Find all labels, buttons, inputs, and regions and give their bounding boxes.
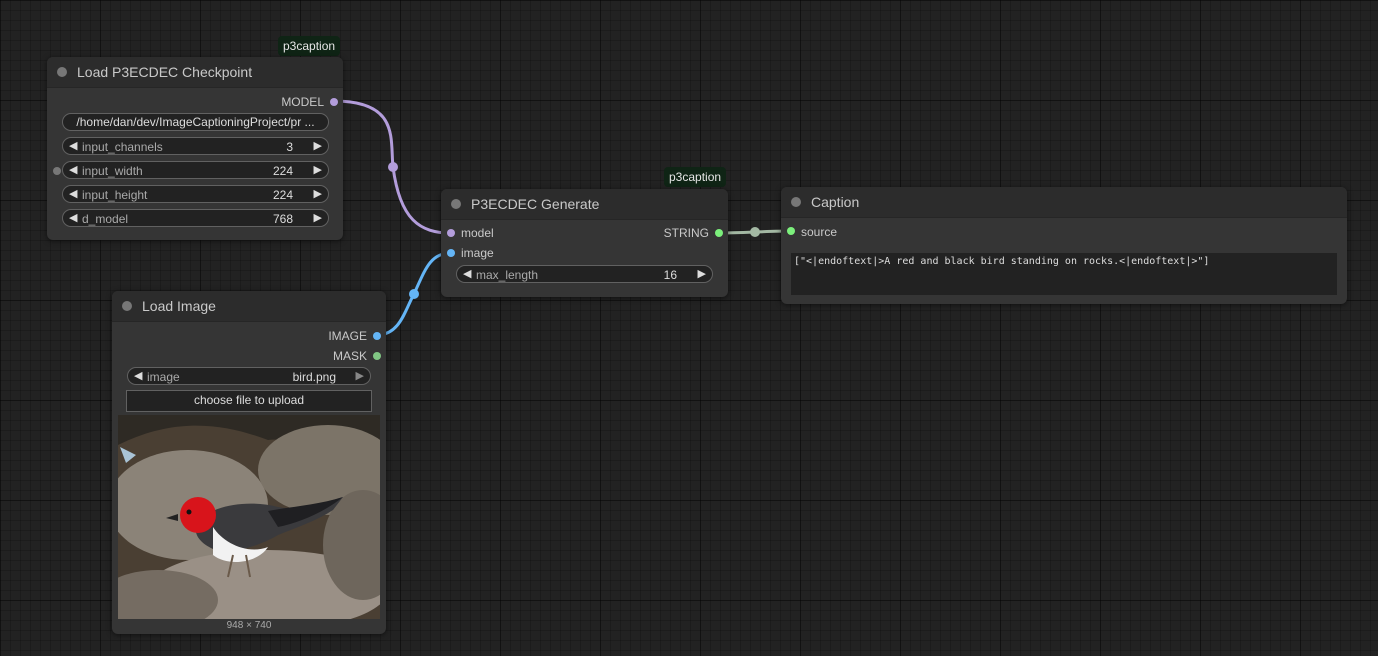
generate-node-badge: p3caption — [664, 167, 727, 187]
widget-value: 224 — [272, 164, 293, 178]
caption-node-header[interactable]: Caption — [781, 187, 1347, 218]
input-model-slot[interactable] — [447, 229, 455, 237]
increment-arrow-icon[interactable]: ▶ — [356, 369, 364, 382]
image-link[interactable] — [376, 251, 452, 337]
checkpoint-node[interactable]: Load P3ECDEC Checkpoint MODEL /home/dan/… — [47, 57, 343, 240]
input-image-slot[interactable] — [447, 249, 455, 257]
load-image-node-title: Load Image — [142, 298, 216, 314]
output-string-slot[interactable] — [715, 229, 723, 237]
increment-arrow-icon[interactable]: ▶ — [314, 187, 322, 200]
image-preview — [118, 415, 380, 619]
caption-node[interactable]: Caption source ["<|endoftext|>A red and … — [781, 187, 1347, 304]
widget-value: 768 — [272, 212, 293, 226]
widget-label: input_channels — [82, 140, 163, 154]
load-image-node[interactable]: Load Image IMAGE MASK ◀ image bird.png ▶… — [112, 291, 386, 634]
model-link-midpoint[interactable] — [388, 162, 398, 172]
increment-arrow-icon[interactable]: ▶ — [314, 139, 322, 152]
widget-label: max_length — [476, 268, 539, 282]
output-image-slot[interactable] — [373, 332, 381, 340]
decrement-arrow-icon[interactable]: ◀ — [463, 267, 471, 280]
increment-arrow-icon[interactable]: ▶ — [314, 211, 322, 224]
max-length-widget[interactable]: ◀ max_length 16 ▶ — [456, 265, 713, 283]
increment-arrow-icon[interactable]: ▶ — [698, 267, 706, 280]
choose-file-button[interactable]: choose file to upload — [126, 390, 372, 412]
decrement-arrow-icon[interactable]: ◀ — [69, 211, 77, 224]
input-source-label: source — [801, 225, 838, 239]
widget-value: 16 — [663, 268, 677, 282]
input-width-widget[interactable]: ◀ input_width 224 ▶ — [62, 161, 329, 179]
checkpoint-path-value: /home/dan/dev/ImageCaptioningProject/pr … — [76, 115, 315, 129]
decrement-arrow-icon[interactable]: ◀ — [134, 369, 142, 382]
generate-node[interactable]: P3ECDEC Generate model STRING image ◀ ma… — [441, 189, 728, 297]
collapse-toggle-icon[interactable] — [791, 197, 801, 207]
widget-label: image — [147, 370, 180, 384]
image-select-widget[interactable]: ◀ image bird.png ▶ — [127, 367, 371, 385]
image-link-midpoint[interactable] — [409, 289, 419, 299]
widget-value: 3 — [286, 140, 293, 154]
d-model-widget[interactable]: ◀ d_model 768 ▶ — [62, 209, 329, 227]
input-model-label: model — [461, 226, 494, 240]
checkpoint-node-header[interactable]: Load P3ECDEC Checkpoint — [47, 57, 343, 88]
decrement-arrow-icon[interactable]: ◀ — [69, 187, 77, 200]
output-model-label: MODEL — [281, 95, 324, 109]
widget-value: 224 — [272, 188, 293, 202]
checkpoint-node-title: Load P3ECDEC Checkpoint — [77, 64, 253, 80]
output-mask-slot[interactable] — [373, 352, 381, 360]
output-mask-label: MASK — [332, 349, 367, 363]
collapse-toggle-icon[interactable] — [57, 67, 67, 77]
image-dimensions-label: 948 × 740 — [226, 620, 272, 631]
input-channels-widget[interactable]: ◀ input_channels 3 ▶ — [62, 137, 329, 155]
output-image-label: IMAGE — [328, 329, 367, 343]
input-image-label: image — [461, 246, 494, 260]
input-source-slot[interactable] — [787, 227, 795, 235]
decrement-arrow-icon[interactable]: ◀ — [69, 139, 77, 152]
output-model-slot[interactable] — [330, 98, 338, 106]
decrement-arrow-icon[interactable]: ◀ — [69, 163, 77, 176]
generate-node-header[interactable]: P3ECDEC Generate — [441, 189, 728, 220]
collapse-toggle-icon[interactable] — [451, 199, 461, 209]
generate-node-title: P3ECDEC Generate — [471, 196, 600, 212]
widget-label: input_height — [82, 188, 148, 202]
checkpoint-path-widget[interactable]: /home/dan/dev/ImageCaptioningProject/pr … — [62, 113, 329, 131]
output-string-label: STRING — [663, 226, 709, 240]
widget-label: d_model — [82, 212, 129, 226]
increment-arrow-icon[interactable]: ▶ — [314, 163, 322, 176]
checkpoint-node-badge: p3caption — [278, 36, 341, 56]
input-height-widget[interactable]: ◀ input_height 224 ▶ — [62, 185, 329, 203]
collapse-toggle-icon[interactable] — [122, 301, 132, 311]
caption-output-text[interactable]: ["<|endoftext|>A red and black bird stan… — [791, 253, 1337, 295]
input-width-input-slot[interactable] — [53, 167, 61, 175]
string-link-midpoint[interactable] — [750, 227, 760, 237]
load-image-node-header[interactable]: Load Image — [112, 291, 386, 322]
widget-value: bird.png — [292, 370, 336, 384]
bird-image — [118, 415, 380, 619]
widget-label: input_width — [82, 164, 143, 178]
caption-node-title: Caption — [811, 194, 860, 210]
model-link[interactable] — [333, 99, 452, 235]
